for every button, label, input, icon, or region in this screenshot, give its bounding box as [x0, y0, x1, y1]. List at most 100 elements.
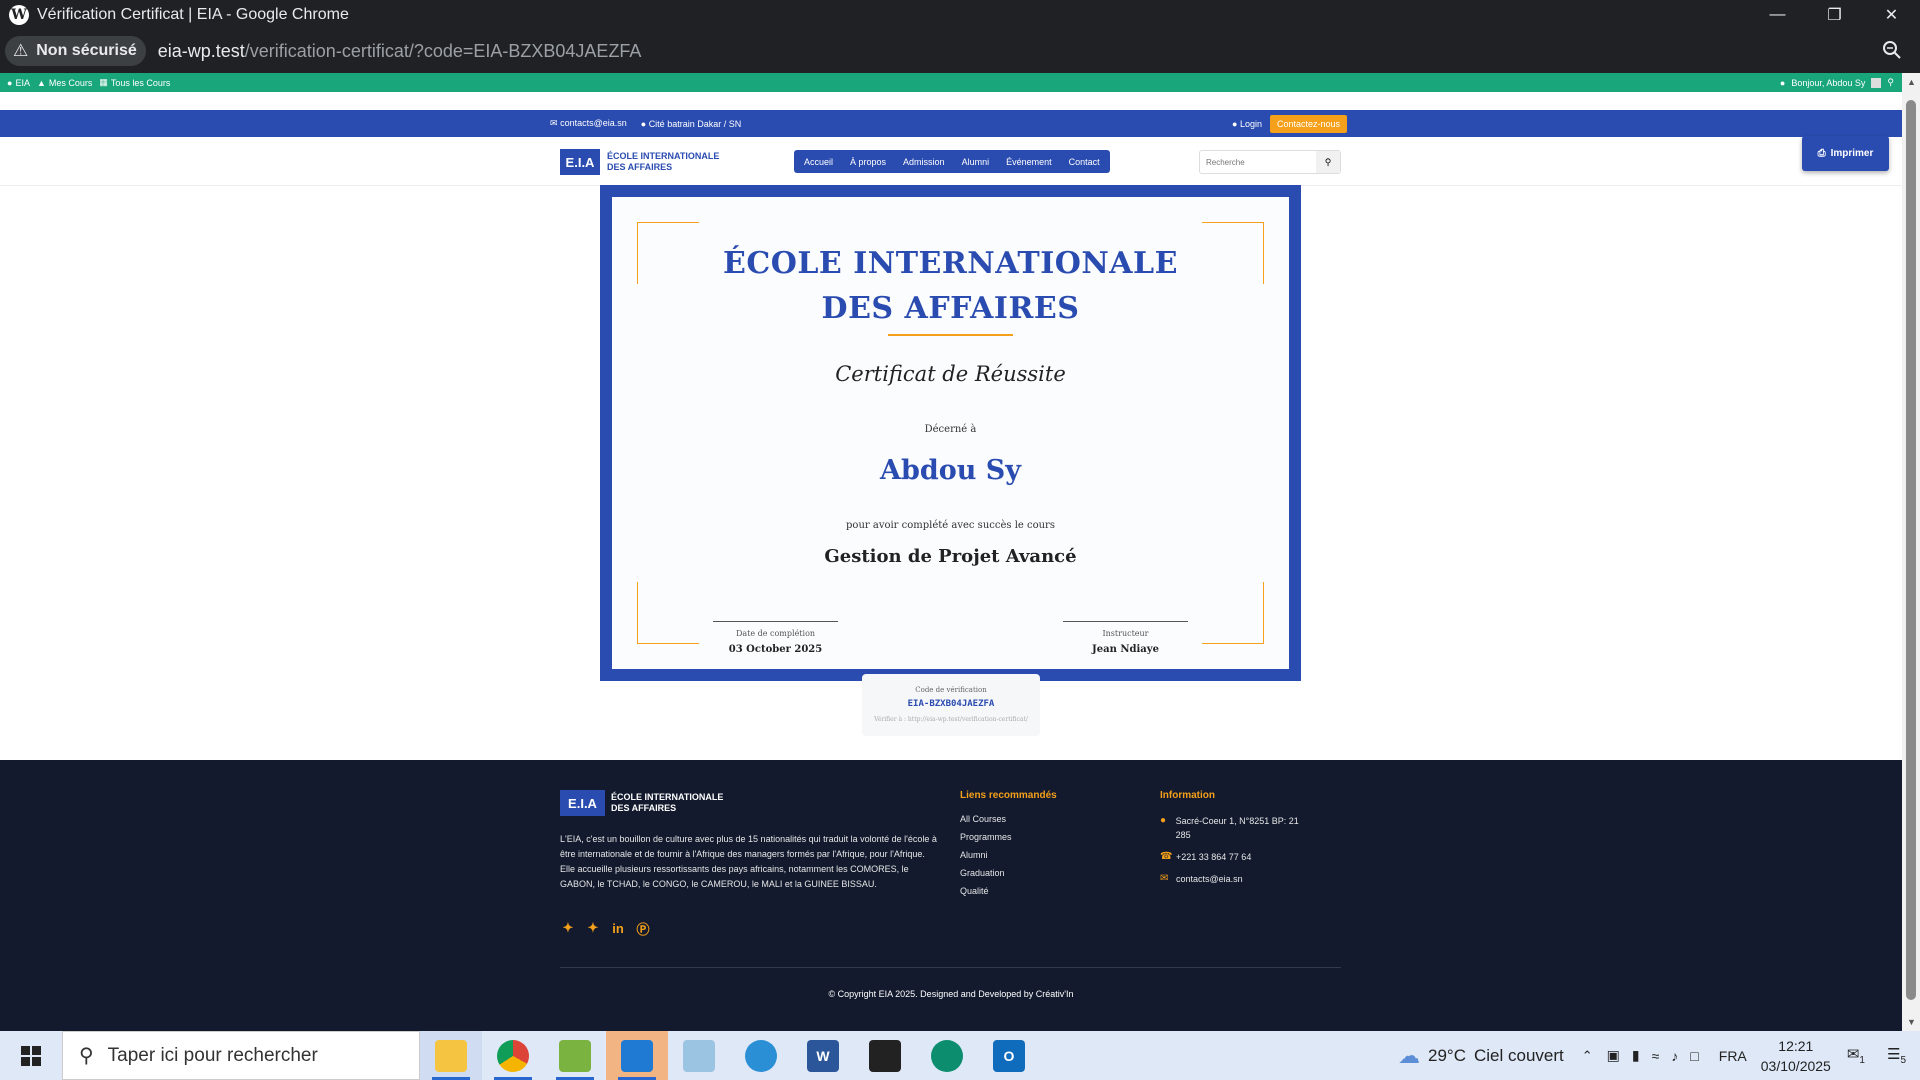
twitter-icon[interactable]: ✦: [560, 920, 576, 936]
avatar[interactable]: [1871, 77, 1882, 88]
language-indicator[interactable]: FRA: [1719, 1048, 1747, 1064]
footer-link-all-courses[interactable]: All Courses: [960, 814, 1057, 824]
cloud-icon: ☁: [1398, 1042, 1420, 1068]
logo-line2: DES AFFAIRES: [607, 162, 673, 172]
phone-icon: ☎: [1160, 851, 1173, 862]
warning-icon: ⚠: [13, 41, 29, 60]
display-icon[interactable]: □: [1690, 1048, 1698, 1064]
footer-link-graduation[interactable]: Graduation: [960, 868, 1057, 878]
book-icon: ▦: [99, 77, 108, 87]
browser-title-bar: W Vérification Certificat | EIA - Google…: [0, 0, 1920, 29]
school-line2: DES AFFAIRES: [821, 291, 1080, 326]
terminal-app[interactable]: [854, 1031, 916, 1080]
pinterest-icon[interactable]: Ⓟ: [635, 920, 651, 937]
footer-link-programmes[interactable]: Programmes: [960, 832, 1057, 842]
database-app[interactable]: [730, 1031, 792, 1080]
windows-icon: [21, 1045, 41, 1066]
nav-contact[interactable]: Contact: [1069, 157, 1100, 167]
scrollbar-thumb[interactable]: [1906, 100, 1916, 1000]
mail-icon[interactable]: ✉1: [1847, 1045, 1865, 1066]
minimize-icon[interactable]: —: [1749, 0, 1806, 29]
search-button[interactable]: ⚲: [1316, 151, 1340, 173]
edge-icon: [931, 1039, 963, 1072]
restore-icon[interactable]: ❐: [1806, 0, 1863, 29]
page-scrollbar[interactable]: ▲ ▼: [1902, 73, 1920, 1031]
certificate-school-name: ÉCOLE INTERNATIONALE DES AFFAIRES: [612, 241, 1289, 331]
taskbar-apps: W O: [420, 1031, 1040, 1080]
twitter-icon[interactable]: ✦: [585, 920, 601, 936]
search-input[interactable]: [1200, 151, 1316, 173]
wordpress-icon: W: [9, 4, 29, 25]
editor-app[interactable]: [668, 1031, 730, 1080]
map-pin-icon: ●: [640, 118, 647, 129]
battery-icon[interactable]: ▮: [1632, 1047, 1640, 1064]
admin-all-courses[interactable]: ▦ Tous les Cours: [99, 77, 170, 88]
footer-link-qualite[interactable]: Qualité: [960, 886, 1057, 896]
zoom-icon[interactable]: [1882, 40, 1902, 60]
nav-a-propos[interactable]: À propos: [850, 157, 886, 167]
scroll-up-icon[interactable]: ▲: [1907, 77, 1916, 87]
nav-alumni[interactable]: Alumni: [962, 157, 990, 167]
contact-cta-button[interactable]: Contactez-nous: [1269, 114, 1348, 133]
outlook-app[interactable]: O: [978, 1031, 1040, 1080]
topbar-email[interactable]: ✉ contacts@eia.sn: [550, 118, 627, 129]
scroll-down-icon[interactable]: ▼: [1907, 1017, 1916, 1027]
footer-link-alumni[interactable]: Alumni: [960, 850, 1057, 860]
user-status-icon: ●: [1779, 77, 1786, 88]
awarded-to-label: Décerné à: [924, 424, 977, 435]
dolphin-icon: [745, 1039, 777, 1072]
instructor-label: Instructeur: [1102, 629, 1149, 638]
logo-mark: E.I.A: [560, 149, 600, 175]
search-icon[interactable]: ⚲: [1887, 77, 1894, 88]
wifi-icon[interactable]: ≈: [1652, 1048, 1660, 1064]
footer-info-column: Information ● Sacré-Coeur 1, N°8251 BP: 2…: [1160, 790, 1310, 894]
footer-logo-line1: ÉCOLE INTERNATIONALE: [611, 792, 724, 802]
admin-greeting[interactable]: Bonjour, Abdou Sy: [1791, 78, 1865, 88]
close-icon[interactable]: ✕: [1863, 0, 1920, 29]
admin-my-courses[interactable]: ▲ Mes Cours: [37, 78, 92, 88]
admin-site-link[interactable]: ● EIA: [7, 78, 30, 88]
printer-icon: ⎙: [1817, 148, 1826, 159]
course-name: Gestion de Projet Avancé: [824, 546, 1077, 567]
date-value: 03 October 2025: [728, 644, 823, 655]
notifications-icon[interactable]: ☰5: [1887, 1045, 1906, 1066]
edge-app[interactable]: [916, 1031, 978, 1080]
volume-icon[interactable]: ♪: [1671, 1048, 1678, 1064]
windows-taskbar: ⚲ Taper ici pour rechercher W O ☁ 29°C C…: [0, 1031, 1920, 1080]
nav-evenement[interactable]: Événement: [1006, 157, 1052, 167]
taskbar-search[interactable]: ⚲ Taper ici pour rechercher: [62, 1031, 420, 1080]
vscode-app[interactable]: [606, 1031, 668, 1080]
linkedin-icon[interactable]: in: [610, 920, 626, 936]
file-explorer-app[interactable]: [420, 1031, 482, 1080]
site-search: ⚲: [1199, 150, 1341, 174]
start-button[interactable]: [0, 1031, 62, 1080]
word-app[interactable]: W: [792, 1031, 854, 1080]
logo-line1: ÉCOLE INTERNATIONALE: [607, 151, 720, 161]
print-button[interactable]: ⎙ Imprimer: [1802, 136, 1889, 171]
meet-icon[interactable]: ▣: [1607, 1047, 1620, 1064]
login-link[interactable]: ● Login: [1232, 119, 1262, 129]
nav-accueil[interactable]: Accueil: [804, 157, 833, 167]
notepad-plus-app[interactable]: [544, 1031, 606, 1080]
footer-logo-line2: DES AFFAIRES: [611, 803, 677, 813]
logo-text: ÉCOLE INTERNATIONALE DES AFFAIRES: [607, 151, 719, 173]
weather-text: Ciel couvert: [1473, 1045, 1564, 1065]
chrome-app[interactable]: [482, 1031, 544, 1080]
footer-address-text: Sacré-Coeur 1, N°8251 BP: 21 285: [1175, 816, 1299, 840]
notepad-icon: [559, 1039, 591, 1072]
url-field[interactable]: eia-wp.test/verification-certificat/?cod…: [158, 41, 642, 62]
footer-phone[interactable]: ☎ +221 33 864 77 64: [1160, 850, 1310, 864]
temperature: 29°C: [1428, 1045, 1466, 1065]
nav-admission[interactable]: Admission: [903, 157, 945, 167]
security-badge[interactable]: ⚠ Non sécurisé: [5, 36, 146, 66]
verification-code: EIA-BZXB04JAEZFA: [907, 699, 995, 709]
chevron-up-icon[interactable]: ⌃: [1582, 1048, 1593, 1064]
certificate-frame: ÉCOLE INTERNATIONALE DES AFFAIRES Certifi…: [600, 185, 1301, 681]
footer-email[interactable]: ✉ contacts@eia.sn: [1160, 872, 1310, 886]
signature-line: [713, 621, 838, 622]
footer-logo[interactable]: E.I.A ÉCOLE INTERNATIONALE DES AFFAIRES: [560, 790, 723, 816]
clock[interactable]: 12:21 03/10/2025: [1761, 1036, 1831, 1076]
envelope-icon: ✉: [550, 118, 558, 128]
weather-widget[interactable]: ☁ 29°C Ciel couvert: [1398, 1043, 1564, 1069]
site-logo[interactable]: E.I.A ÉCOLE INTERNATIONALE DES AFFAIRES: [560, 149, 719, 175]
